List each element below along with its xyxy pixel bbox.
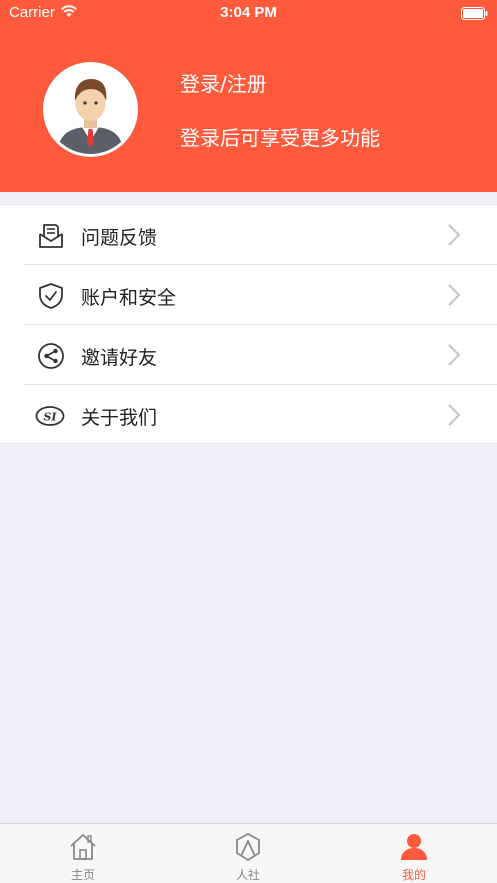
chevron-right-icon xyxy=(447,283,461,307)
tab-label: 我的 xyxy=(401,868,426,882)
tab-bar: 主页 人社 我的 xyxy=(0,823,497,883)
shield-check-icon xyxy=(37,282,65,310)
chevron-right-icon xyxy=(447,403,461,427)
chevron-right-icon xyxy=(447,343,461,367)
chevron-right-icon xyxy=(447,223,461,247)
feedback-envelope-icon xyxy=(37,222,65,250)
menu-item-label: 问题反馈 xyxy=(81,227,158,249)
avatar[interactable] xyxy=(43,62,138,157)
menu-item-invite-friends[interactable]: 邀请好友 xyxy=(24,325,497,385)
svg-text:SI: SI xyxy=(43,411,57,424)
screen: Carrier 3:04 PM 登录/注册 登录后可享受更多功能 问题反馈 账户… xyxy=(0,0,497,883)
tab-mine[interactable]: 我的 xyxy=(354,824,474,883)
home-icon xyxy=(70,834,96,860)
login-hint-text: 登录后可享受更多功能 xyxy=(180,126,380,150)
tab-label: 主页 xyxy=(70,868,95,882)
share-icon xyxy=(37,342,65,370)
people-shield-icon xyxy=(236,833,260,861)
menu-item-about-us[interactable]: SI 关于我们 xyxy=(24,385,497,445)
status-bar: Carrier 3:04 PM xyxy=(0,0,497,26)
settings-menu: 问题反馈 账户和安全 邀请好友 SI 关于我们 xyxy=(0,204,497,444)
menu-item-account-security[interactable]: 账户和安全 xyxy=(24,265,497,325)
person-icon xyxy=(401,834,427,860)
si-logo-icon: SI xyxy=(35,402,65,430)
profile-header: Carrier 3:04 PM 登录/注册 登录后可享受更多功能 xyxy=(0,0,497,192)
battery-icon xyxy=(461,6,488,24)
menu-item-label: 邀请好友 xyxy=(81,347,158,369)
tab-label: 人社 xyxy=(235,868,260,882)
tab-home[interactable]: 主页 xyxy=(23,824,143,883)
menu-item-feedback[interactable]: 问题反馈 xyxy=(24,205,497,265)
tab-social[interactable]: 人社 xyxy=(188,824,308,883)
menu-item-label: 关于我们 xyxy=(81,407,158,429)
clock: 3:04 PM xyxy=(220,4,277,21)
login-register-link[interactable]: 登录/注册 xyxy=(180,68,267,97)
avatar-person-icon xyxy=(46,65,135,154)
menu-item-label: 账户和安全 xyxy=(81,287,177,309)
